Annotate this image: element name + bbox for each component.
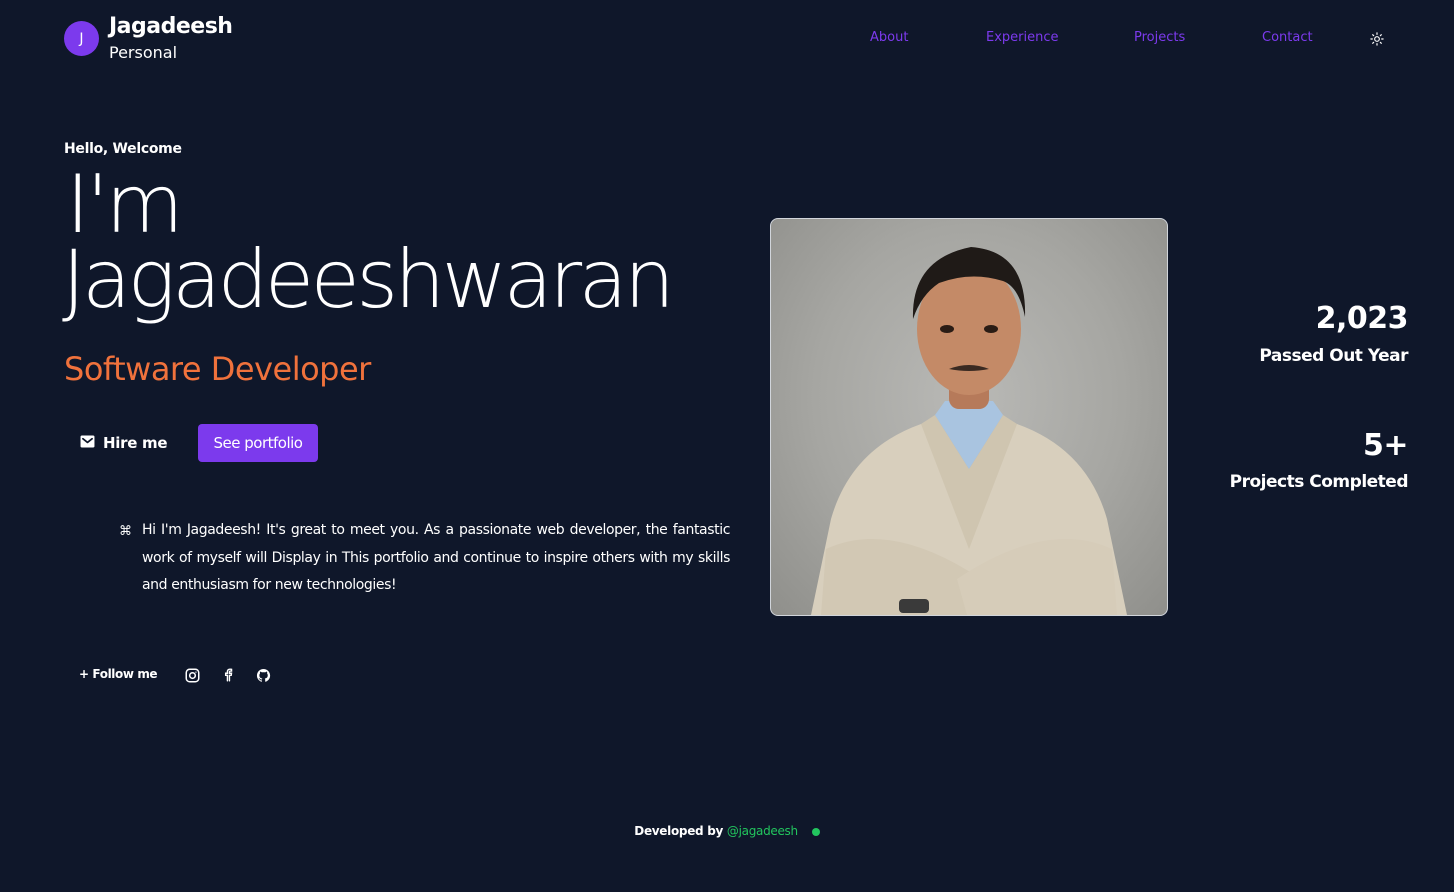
github-icon[interactable] — [255, 667, 271, 683]
brand-name: Jagadeesh — [109, 14, 233, 39]
stat-label-year: Passed Out Year — [1259, 346, 1408, 366]
footer-handle-link[interactable]: @jagadeesh — [727, 824, 798, 838]
brand-subtitle: Personal — [109, 43, 178, 62]
nav-projects[interactable]: Projects — [1134, 30, 1185, 45]
nav-contact[interactable]: Contact — [1262, 30, 1313, 45]
mail-icon — [80, 434, 95, 452]
footer: Developed by @jagadeesh — [0, 824, 1454, 838]
facebook-icon[interactable] — [220, 667, 236, 683]
stat-label-projects: Projects Completed — [1229, 472, 1409, 492]
greeting: Hello, Welcome — [64, 141, 182, 157]
footer-prefix: Developed by — [634, 824, 724, 838]
status-dot — [811, 827, 820, 836]
hire-me-button[interactable]: Hire me — [64, 424, 183, 462]
stat-value-projects: 5+ — [1362, 428, 1409, 463]
sun-icon[interactable] — [1368, 30, 1386, 48]
logo-avatar[interactable]: J — [64, 21, 99, 56]
nav-about[interactable]: About — [870, 30, 908, 45]
hero-heading-name: Jagadeeshwaran — [62, 233, 675, 326]
stat-value-year: 2,023 — [1315, 301, 1409, 336]
follow-me-label: + Follow me — [79, 667, 158, 681]
command-icon: ⌘ — [119, 524, 132, 539]
intro-paragraph: Hi I'm Jagadeesh! It's great to meet you… — [142, 522, 730, 593]
hire-me-label: Hire me — [103, 434, 168, 452]
see-portfolio-button[interactable]: See portfolio — [198, 424, 318, 462]
nav-experience[interactable]: Experience — [986, 30, 1059, 45]
instagram-icon[interactable] — [184, 667, 200, 683]
role-title: Software Developer — [64, 350, 371, 388]
profile-photo — [770, 218, 1168, 616]
